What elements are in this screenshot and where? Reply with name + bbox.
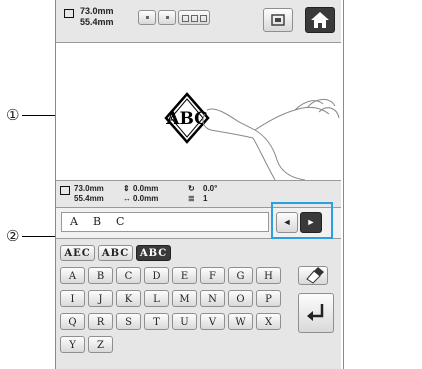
info-size-icon: [60, 186, 70, 195]
delete-button[interactable]: [298, 266, 328, 285]
letter-key[interactable]: U: [172, 313, 197, 330]
header-height: 55.4mm: [80, 17, 114, 27]
letter-key[interactable]: Y: [60, 336, 85, 353]
mode-button-3[interactable]: [178, 10, 210, 25]
vertical-offset-icon: ⇕: [123, 184, 130, 193]
font-tab-1[interactable]: AEC: [60, 245, 95, 261]
horizontal-offset-icon: ↔: [123, 194, 131, 203]
letter-key[interactable]: R: [88, 313, 113, 330]
letter-key[interactable]: A: [60, 267, 85, 284]
letter-key[interactable]: B: [88, 267, 113, 284]
mode-button-1[interactable]: [138, 10, 156, 25]
letter-key[interactable]: I: [60, 290, 85, 307]
letter-key[interactable]: J: [88, 290, 113, 307]
letter-key[interactable]: D: [144, 267, 169, 284]
letter-key[interactable]: H: [256, 267, 281, 284]
entered-char: A: [70, 215, 78, 228]
header-width: 73.0mm: [80, 6, 114, 16]
entered-char: C: [116, 215, 125, 228]
letter-key[interactable]: S: [116, 313, 141, 330]
cursor-left-button[interactable]: ◄: [276, 212, 298, 233]
color-count-icon: ≣: [188, 194, 195, 203]
hand-illustration: [202, 99, 340, 180]
info-height: 55.4mm: [74, 194, 104, 203]
info-color-count: 1: [203, 194, 208, 203]
info-rotation: 0.0°: [203, 184, 218, 193]
eraser-icon: [306, 267, 324, 284]
cursor-right-button[interactable]: ►: [300, 212, 322, 233]
rotation-icon: ↻: [188, 184, 195, 193]
letter-key[interactable]: Q: [60, 313, 85, 330]
callout-2-number: ②: [6, 227, 20, 245]
letter-key[interactable]: X: [256, 313, 281, 330]
frame-button[interactable]: [263, 8, 293, 32]
letter-key[interactable]: V: [200, 313, 225, 330]
info-offset-vertical: 0.0mm: [133, 184, 159, 193]
letter-key[interactable]: M: [172, 290, 197, 307]
letter-key[interactable]: E: [172, 267, 197, 284]
letter-key[interactable]: L: [144, 290, 169, 307]
letter-key[interactable]: W: [228, 313, 253, 330]
info-width: 73.0mm: [74, 184, 104, 193]
letter-key[interactable]: N: [200, 290, 225, 307]
mode-button-2[interactable]: [158, 10, 176, 25]
embroidery-frame-icon: [271, 14, 285, 26]
letter-key[interactable]: Z: [88, 336, 113, 353]
home-icon: [311, 12, 329, 28]
letter-key[interactable]: F: [200, 267, 225, 284]
set-button[interactable]: [298, 293, 334, 333]
font-tab-2[interactable]: ABC: [98, 245, 133, 261]
letter-key[interactable]: C: [116, 267, 141, 284]
entered-char: B: [93, 215, 102, 228]
letter-key[interactable]: P: [256, 290, 281, 307]
letter-key[interactable]: O: [228, 290, 253, 307]
size-icon: [64, 9, 74, 18]
callout-1-number: ①: [6, 106, 20, 124]
letter-key[interactable]: T: [144, 313, 169, 330]
enter-icon: [307, 304, 324, 321]
letter-key[interactable]: K: [116, 290, 141, 307]
font-tab-3-selected[interactable]: ABC: [136, 245, 171, 261]
letter-key[interactable]: G: [228, 267, 253, 284]
home-button[interactable]: [305, 7, 335, 33]
info-offset-horizontal: 0.0mm: [133, 194, 159, 203]
